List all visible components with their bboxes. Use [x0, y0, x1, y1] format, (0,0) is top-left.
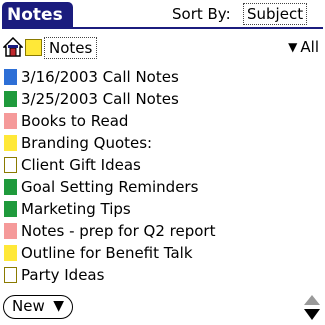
scroll-up-icon [304, 295, 320, 305]
note-title: 3/25/2003 Call Notes [21, 90, 179, 108]
scroll-down-icon [304, 309, 320, 320]
category-row: Notes ▼ All [0, 34, 325, 60]
note-color-icon [4, 245, 17, 261]
sort-by-label: Sort By: [172, 5, 231, 23]
note-color-icon [4, 69, 17, 85]
title-bar: Notes Sort By: Subject [0, 0, 325, 30]
filter-dropdown[interactable]: ▼ All [288, 37, 319, 57]
note-color-icon [4, 223, 17, 239]
new-button-label: New [12, 297, 45, 315]
app-title[interactable]: Notes [2, 2, 73, 28]
new-button[interactable]: New ▼ [3, 295, 73, 319]
note-title: Books to Read [21, 112, 129, 130]
note-item[interactable]: Outline for Benefit Talk [0, 242, 325, 264]
note-item[interactable]: Marketing Tips [0, 198, 325, 220]
note-list: 3/16/2003 Call Notes 3/25/2003 Call Notes… [0, 66, 325, 286]
notes-screen: Notes Sort By: Subject Notes ▼ All 3/16/2… [0, 0, 325, 325]
title-rule [2, 27, 323, 29]
sort-by-select[interactable]: Subject [243, 3, 308, 25]
scroll-control[interactable] [303, 294, 321, 322]
note-title: Party Ideas [21, 266, 105, 284]
note-item[interactable]: Books to Read [0, 110, 325, 132]
note-title: 3/16/2003 Call Notes [21, 68, 179, 86]
note-item[interactable]: Goal Setting Reminders [0, 176, 325, 198]
note-color-icon [4, 201, 17, 217]
dropdown-arrow-icon: ▼ [288, 40, 298, 54]
note-title: Client Gift Ideas [21, 156, 141, 174]
category-folder-icon [25, 39, 42, 56]
note-item[interactable]: 3/16/2003 Call Notes [0, 66, 325, 88]
note-color-icon [4, 113, 17, 129]
note-item[interactable]: Party Ideas [0, 264, 325, 286]
note-item[interactable]: 3/25/2003 Call Notes [0, 88, 325, 110]
category-selector[interactable]: Notes [44, 37, 98, 59]
filter-label: All [300, 38, 319, 56]
note-item[interactable]: Notes - prep for Q2 report [0, 220, 325, 242]
note-color-icon [4, 157, 17, 173]
note-color-icon [4, 91, 17, 107]
note-color-icon [4, 179, 17, 195]
note-item[interactable]: Client Gift Ideas [0, 154, 325, 176]
note-item[interactable]: Branding Quotes: [0, 132, 325, 154]
note-title: Branding Quotes: [21, 134, 153, 152]
note-color-icon [4, 267, 17, 283]
note-title: Goal Setting Reminders [21, 178, 199, 196]
new-dropdown-arrow-icon: ▼ [53, 298, 64, 314]
home-icon[interactable] [3, 37, 23, 57]
note-title: Notes - prep for Q2 report [21, 222, 216, 240]
note-color-icon [4, 135, 17, 151]
note-title: Marketing Tips [21, 200, 131, 218]
note-title: Outline for Benefit Talk [21, 244, 193, 262]
